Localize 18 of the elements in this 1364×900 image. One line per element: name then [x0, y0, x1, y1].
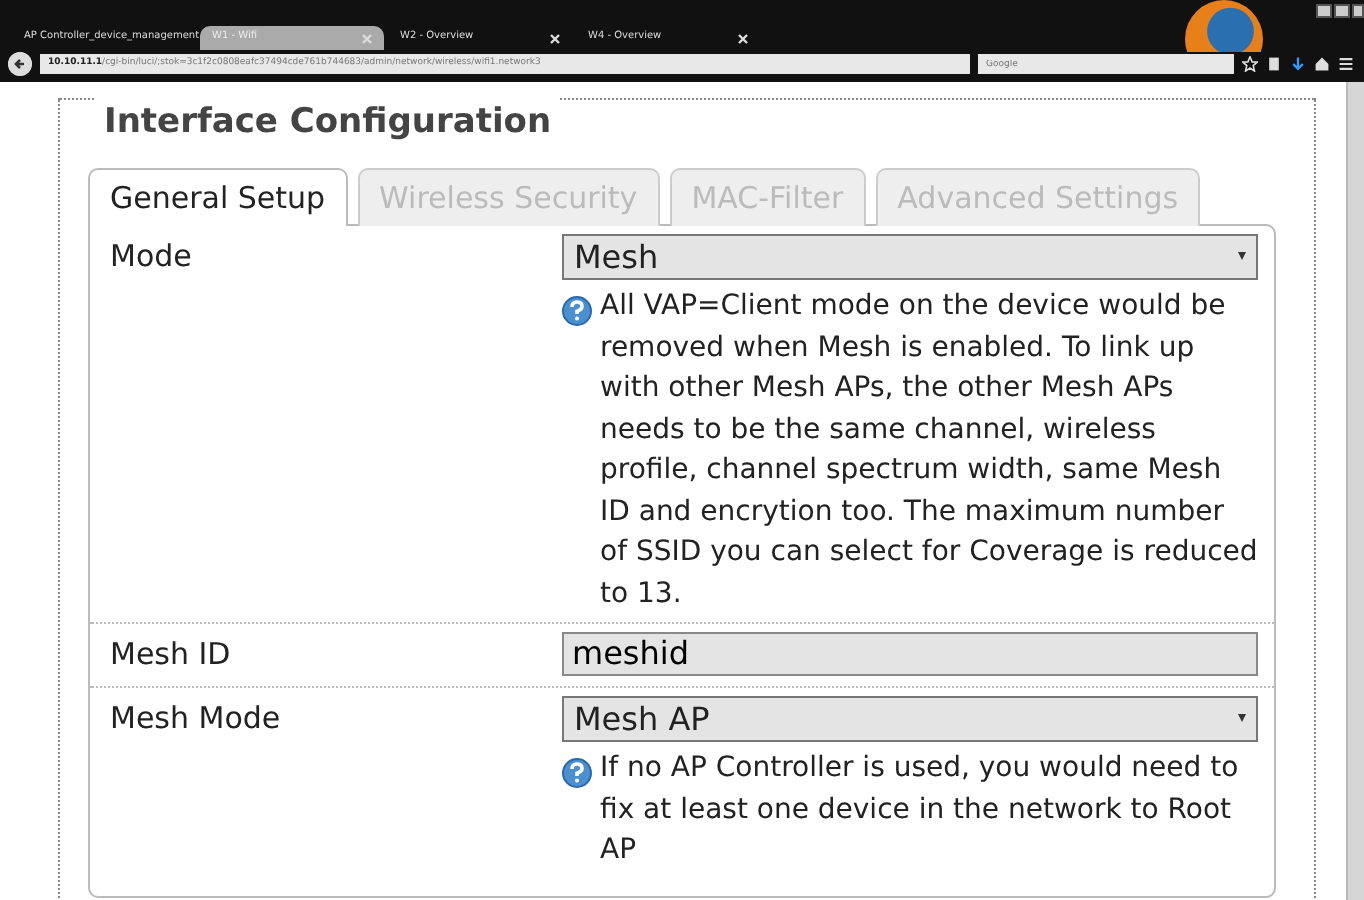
field-label: Mesh ID — [110, 634, 233, 676]
input-field[interactable]: meshid — [562, 632, 1258, 676]
download-icon[interactable] — [1290, 56, 1306, 72]
field-label: Mode — [110, 236, 194, 278]
select-field[interactable]: Mesh — [562, 234, 1258, 280]
help-icon — [562, 752, 592, 782]
select-field[interactable]: Mesh AP — [562, 696, 1258, 742]
help-text: If no AP Controller is used, you would need to fix at least one device in the network to Root AP — [600, 750, 1241, 870]
home-icon[interactable] — [1314, 56, 1330, 72]
help-text: All VAP=Client mode on the device would be removed when Mesh is enabled. To link up with other Mesh APs, the other Mesh APs needs to be the same channel, wireless profile, channel spectrum width, same Mesh ID and encrytion too. The maximum number of SSID you can select for Coverage is reduced to 13. — [600, 288, 1258, 613]
star-icon[interactable] — [1242, 56, 1258, 72]
tab[interactable]: General Setup — [88, 167, 348, 226]
field-label: Mesh Mode — [110, 698, 283, 740]
minimize-icon[interactable] — [1316, 4, 1332, 18]
maximize-icon[interactable] — [1334, 4, 1350, 18]
help-icon — [562, 290, 592, 320]
menu-icon[interactable] — [1338, 56, 1354, 72]
back-icon[interactable] — [8, 52, 32, 76]
